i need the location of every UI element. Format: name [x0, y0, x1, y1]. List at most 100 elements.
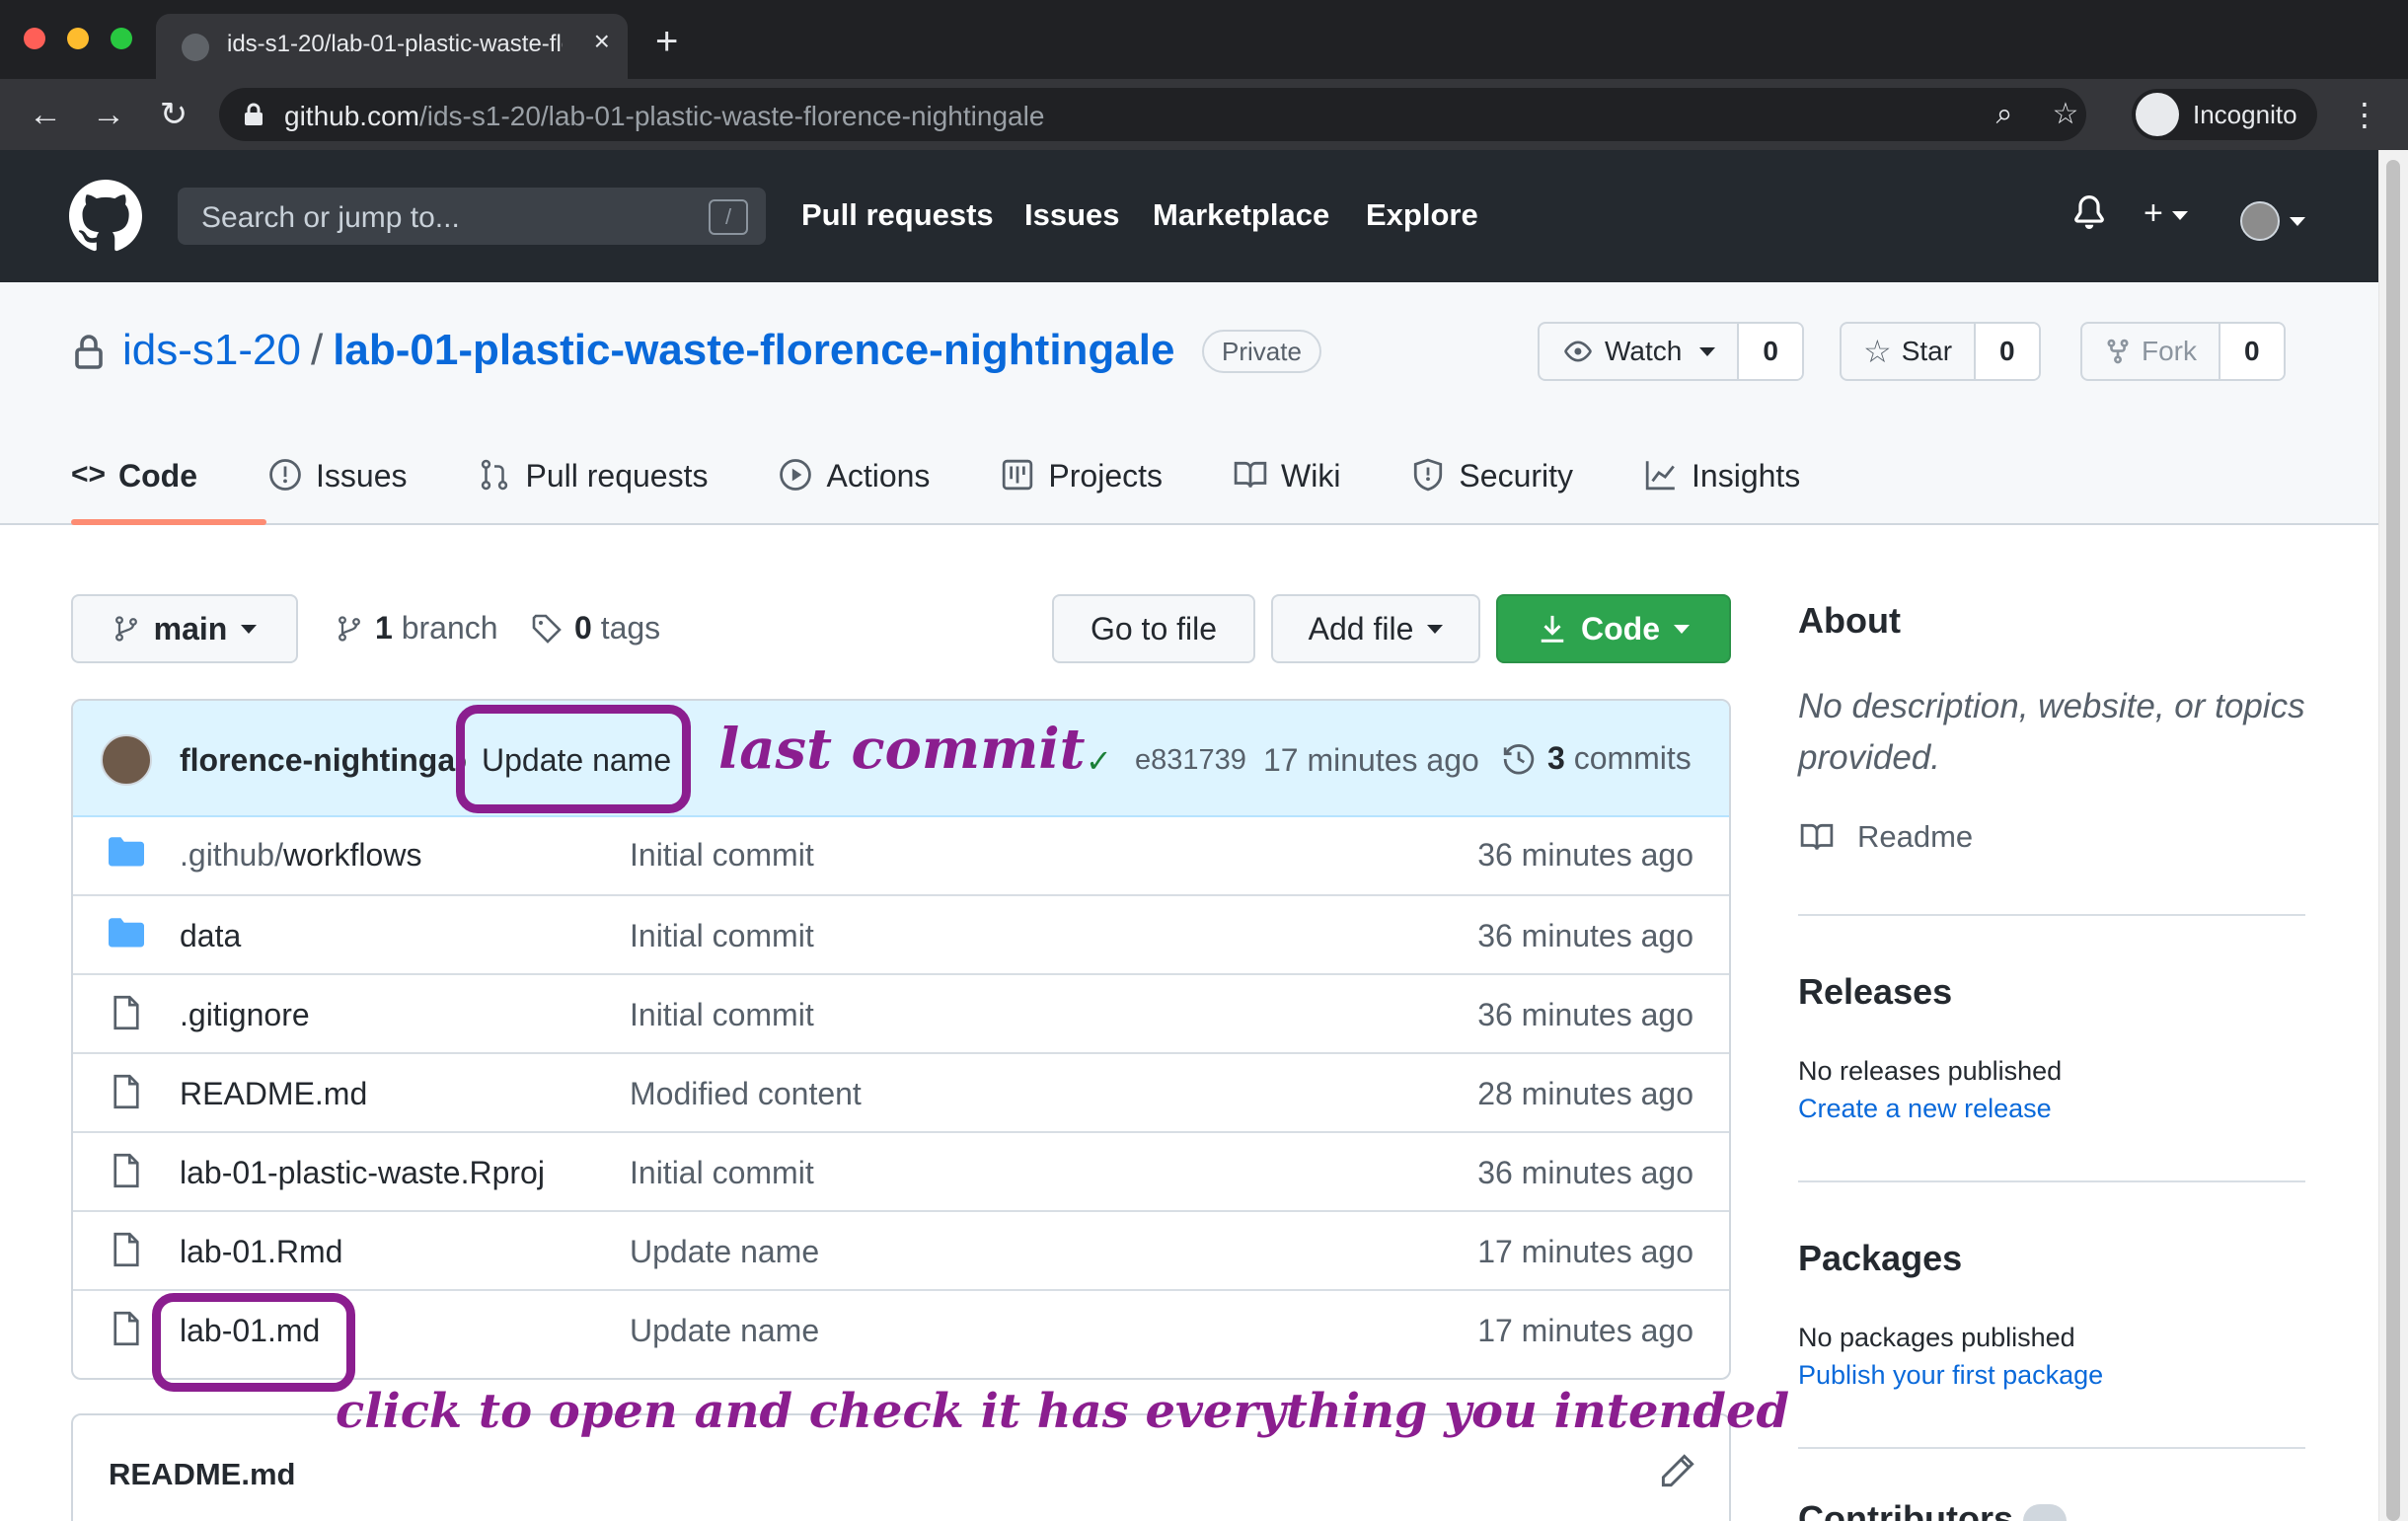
play-icon	[780, 459, 812, 491]
releases-empty-text: No releases published	[1798, 1056, 2063, 1086]
branch-icon	[114, 616, 137, 642]
book-icon	[1800, 823, 1834, 851]
file-age: 17 minutes ago	[1477, 1313, 1693, 1348]
tab-insights[interactable]: Insights	[1644, 450, 1800, 525]
commits-history-link[interactable]: 3 commits	[1502, 740, 1692, 777]
notification-bell-icon[interactable]	[2072, 193, 2106, 240]
pull-request-icon	[482, 459, 508, 491]
packages-heading[interactable]: Packages	[1798, 1238, 1962, 1279]
code-download-button[interactable]: Code	[1496, 594, 1731, 663]
sidebar-divider	[1798, 1447, 2305, 1449]
add-file-button[interactable]: Add file	[1271, 594, 1480, 663]
reload-icon[interactable]: ↻	[154, 95, 193, 134]
readme-link[interactable]: Readme	[1798, 819, 1973, 855]
file-name-link[interactable]: .gitignore	[180, 997, 310, 1033]
browser-tab[interactable]: ids-s1-20/lab-01-plastic-waste-florence-…	[156, 14, 628, 79]
github-logo-icon[interactable]	[69, 180, 142, 253]
book-icon	[1234, 461, 1267, 489]
fork-count[interactable]: 0	[2220, 324, 2284, 379]
minimize-window-button[interactable]	[67, 28, 89, 49]
file-name-link[interactable]: data	[180, 918, 241, 954]
watch-button[interactable]: Watch	[1540, 324, 1740, 379]
close-tab-icon[interactable]: ×	[594, 28, 610, 55]
commit-sha[interactable]: e831739	[1135, 744, 1246, 777]
branches-link[interactable]: 1 branch	[336, 610, 498, 646]
file-row[interactable]: .github/workflows Initial commit 36 minu…	[73, 815, 1729, 894]
file-name-link[interactable]: .github/workflows	[180, 837, 421, 874]
file-commit-message[interactable]: Initial commit	[630, 997, 814, 1033]
tab-issues[interactable]: Issues	[268, 450, 407, 525]
create-new-plus-icon[interactable]: +	[2144, 193, 2189, 233]
file-commit-message[interactable]: Modified content	[630, 1076, 862, 1112]
file-name-link[interactable]: README.md	[180, 1076, 367, 1112]
fork-button[interactable]: Fork	[2082, 324, 2220, 379]
readme-title: README.md	[109, 1457, 296, 1491]
releases-heading[interactable]: Releases	[1798, 971, 1952, 1013]
fork-icon	[2107, 339, 2129, 364]
file-row[interactable]: .gitignore Initial commit 36 minutes ago	[73, 973, 1729, 1052]
zoom-icon[interactable]: ⌕	[1988, 98, 2021, 131]
file-row[interactable]: lab-01.Rmd Update name 17 minutes ago	[73, 1210, 1729, 1289]
repo-name-link[interactable]: lab-01-plastic-waste-florence-nightingal…	[333, 326, 1174, 374]
lock-icon	[245, 103, 263, 125]
star-button[interactable]: ☆ Star	[1842, 324, 1977, 379]
scrollbar-thumb[interactable]	[2386, 160, 2400, 1521]
file-commit-message[interactable]: Initial commit	[630, 1155, 814, 1191]
file-name-link[interactable]: lab-01.Rmd	[180, 1234, 342, 1270]
issue-icon	[269, 459, 301, 491]
tab-pull-requests[interactable]: Pull requests	[478, 450, 708, 525]
nav-marketplace[interactable]: Marketplace	[1153, 197, 1329, 233]
tab-wiki[interactable]: Wiki	[1234, 450, 1340, 525]
star-count[interactable]: 0	[1976, 324, 2039, 379]
file-row[interactable]: README.md Modified content 28 minutes ag…	[73, 1052, 1729, 1131]
file-age: 36 minutes ago	[1477, 837, 1693, 873]
code-icon: <>	[71, 458, 107, 491]
commit-author[interactable]: florence-nightingale	[180, 742, 466, 779]
file-commit-message[interactable]: Update name	[630, 1313, 819, 1349]
maximize-window-button[interactable]	[111, 28, 132, 49]
avatar-dropdown-caret-icon[interactable]	[2290, 195, 2305, 235]
watch-count[interactable]: 0	[1739, 324, 1802, 379]
file-commit-message[interactable]: Initial commit	[630, 837, 814, 874]
about-heading: About	[1798, 600, 1901, 641]
publish-package-link[interactable]: Publish your first package	[1798, 1360, 2103, 1391]
nav-issues[interactable]: Issues	[1024, 197, 1120, 233]
file-name-link[interactable]: lab-01-plastic-waste.Rproj	[180, 1155, 545, 1191]
file-icon	[113, 1232, 139, 1267]
tab-actions[interactable]: Actions	[779, 450, 930, 525]
new-tab-icon[interactable]: +	[655, 22, 678, 61]
github-search-input[interactable]: Search or jump to... /	[178, 188, 766, 245]
repo-header: ids-s1-20/lab-01-plastic-waste-florence-…	[0, 282, 2378, 525]
browser-menu-icon[interactable]: ⋮	[2349, 95, 2380, 134]
nav-pull-requests[interactable]: Pull requests	[801, 197, 994, 233]
file-row[interactable]: data Initial commit 36 minutes ago	[73, 894, 1729, 973]
annotation-circle-commit	[456, 705, 691, 813]
go-to-file-button[interactable]: Go to file	[1052, 594, 1255, 663]
commit-author-avatar[interactable]	[101, 734, 152, 786]
file-commit-message[interactable]: Update name	[630, 1234, 819, 1270]
user-avatar[interactable]	[2240, 201, 2280, 241]
file-icon	[113, 1074, 139, 1109]
forward-arrow-icon[interactable]: →	[89, 95, 128, 134]
create-release-link[interactable]: Create a new release	[1798, 1094, 2052, 1124]
private-lock-icon	[75, 335, 103, 369]
check-icon[interactable]: ✓	[1086, 742, 1112, 780]
bookmark-star-icon[interactable]: ☆	[2049, 98, 2082, 131]
contributors-heading[interactable]: Contributors	[1798, 1498, 2067, 1521]
repo-owner-link[interactable]: ids-s1-20	[122, 326, 301, 374]
file-commit-message[interactable]: Initial commit	[630, 918, 814, 954]
nav-explore[interactable]: Explore	[1366, 197, 1478, 233]
tab-security[interactable]: Security	[1411, 450, 1573, 525]
pencil-edit-icon[interactable]	[1660, 1453, 1695, 1488]
tab-projects[interactable]: Projects	[1001, 450, 1163, 525]
tags-link[interactable]: 0 tags	[531, 610, 660, 646]
fork-button-group: Fork 0	[2080, 322, 2286, 381]
incognito-badge[interactable]: Incognito	[2132, 89, 2317, 140]
address-bar[interactable]: github.com/ids-s1-20/lab-01-plastic-wast…	[219, 88, 2086, 141]
close-window-button[interactable]	[24, 28, 45, 49]
back-arrow-icon[interactable]: ←	[26, 95, 65, 134]
file-row[interactable]: lab-01-plastic-waste.Rproj Initial commi…	[73, 1131, 1729, 1210]
file-age: 36 minutes ago	[1477, 918, 1693, 953]
tab-code[interactable]: <> Code	[71, 450, 197, 525]
branch-selector-button[interactable]: main	[71, 594, 298, 663]
